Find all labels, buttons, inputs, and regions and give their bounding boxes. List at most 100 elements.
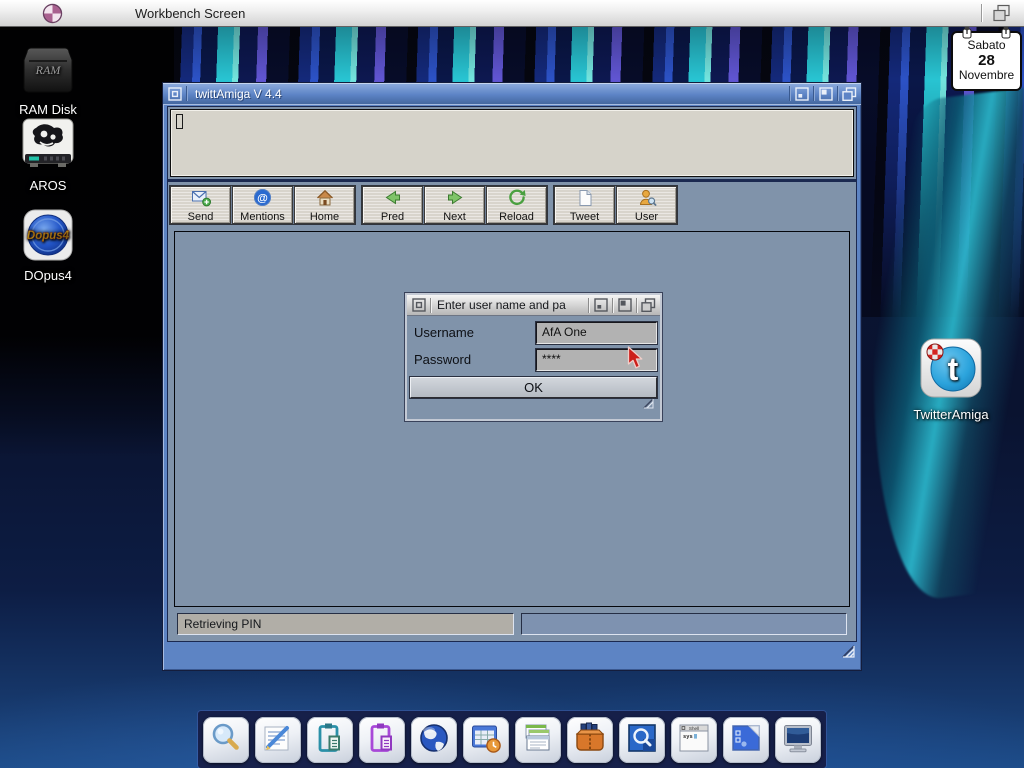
reload-button[interactable]: Reload bbox=[486, 186, 547, 224]
dialog-title: Enter user name and pa bbox=[437, 298, 588, 312]
dopus4-icon: Dopus4 bbox=[22, 208, 74, 265]
windows-stack-icon bbox=[520, 720, 556, 759]
zoom-gadget-icon[interactable] bbox=[816, 86, 835, 101]
dialog-body: Username AfA One Password **** OK bbox=[407, 316, 660, 419]
screenbar-divider bbox=[981, 4, 982, 22]
dock-search-button[interactable] bbox=[619, 717, 665, 763]
screen-title: Workbench Screen bbox=[135, 6, 245, 21]
home-icon bbox=[315, 188, 335, 210]
shell-icon-title: Shell bbox=[689, 726, 699, 731]
toolbar-button-label: Reload bbox=[499, 211, 534, 223]
titlebar-divider bbox=[588, 298, 589, 313]
toolbar-button-label: Tweet bbox=[570, 211, 599, 223]
mentions-button[interactable]: @ Mentions bbox=[232, 186, 293, 224]
titlebar-divider bbox=[636, 298, 637, 313]
zoom-gadget-icon[interactable] bbox=[615, 298, 634, 313]
iconify-gadget-icon[interactable] bbox=[591, 298, 610, 313]
calendar-pin-icon bbox=[962, 25, 972, 44]
status-bar: Retrieving PIN bbox=[177, 613, 847, 635]
dock-prefs-button[interactable] bbox=[723, 717, 769, 763]
dock-monitor-button[interactable] bbox=[775, 717, 821, 763]
depth-gadget-icon[interactable] bbox=[639, 298, 658, 313]
text-caret bbox=[176, 114, 183, 129]
username-input[interactable]: AfA One bbox=[536, 322, 657, 344]
svg-text:@: @ bbox=[257, 192, 268, 204]
toolbar-button-label: Next bbox=[443, 211, 466, 223]
magnifier-icon bbox=[208, 720, 244, 759]
window-titlebar[interactable]: twittAmiga V 4.4 bbox=[163, 83, 861, 104]
desktop-icon-label: RAM Disk bbox=[19, 102, 77, 117]
calendar-clock-icon bbox=[468, 720, 504, 759]
close-gadget-icon[interactable] bbox=[409, 298, 428, 313]
tweet-page-icon bbox=[575, 188, 595, 210]
titlebar-divider bbox=[186, 86, 187, 101]
window-resize-handle[interactable] bbox=[841, 644, 856, 664]
desktop-icon-aros[interactable]: AROS bbox=[10, 116, 86, 193]
status-field-right bbox=[521, 613, 847, 635]
dock-magnifier-button[interactable] bbox=[203, 717, 249, 763]
globe-icon bbox=[416, 720, 452, 759]
login-dialog: Enter user name and pa Username AfA bbox=[405, 293, 662, 421]
tweet-button[interactable]: Tweet bbox=[554, 186, 615, 224]
dock-clipboard-purple-button[interactable] bbox=[359, 717, 405, 763]
ram-chip-text: RAM bbox=[35, 63, 62, 77]
titlebar-divider bbox=[837, 86, 838, 101]
depth-gadget-icon[interactable] bbox=[840, 86, 859, 101]
toolbar-group-actions: Tweet User bbox=[553, 185, 678, 225]
archiver-icon bbox=[572, 720, 608, 759]
iconify-gadget-icon[interactable] bbox=[792, 86, 811, 101]
clipboard-teal-icon bbox=[312, 720, 348, 759]
mouse-cursor-icon bbox=[627, 346, 646, 376]
dopus-icon-text: Dopus4 bbox=[27, 230, 70, 242]
arrow-right-icon bbox=[445, 188, 465, 210]
text-editor-icon bbox=[260, 720, 296, 759]
monitor-icon bbox=[780, 720, 816, 759]
toolbar-group-nav: Pred Next bbox=[361, 185, 548, 225]
user-search-icon bbox=[637, 188, 657, 210]
dock-shell-button[interactable]: Shell sys: bbox=[671, 717, 717, 763]
twitteramiga-icon: t bbox=[919, 337, 983, 404]
dock-windows-button[interactable] bbox=[515, 717, 561, 763]
at-mention-icon: @ bbox=[253, 188, 272, 210]
screen-titlebar[interactable]: Workbench Screen bbox=[0, 0, 1024, 27]
send-button[interactable]: Send bbox=[170, 186, 231, 224]
dock-bar: Shell sys: bbox=[198, 711, 826, 768]
clipboard-purple-icon bbox=[364, 720, 400, 759]
desktop-icon-ram-disk[interactable]: RAM RAM Disk bbox=[8, 46, 88, 117]
desktop-icon-label: DOpus4 bbox=[24, 268, 72, 283]
password-row: Password **** bbox=[410, 348, 657, 371]
blue-search-icon bbox=[624, 720, 660, 759]
calendar-widget[interactable]: Sabato 28 Novembre bbox=[951, 31, 1022, 91]
dock-calendar-button[interactable] bbox=[463, 717, 509, 763]
pred-button[interactable]: Pred bbox=[362, 186, 423, 224]
toolbar-button-label: Home bbox=[310, 211, 339, 223]
dock-editor-button[interactable] bbox=[255, 717, 301, 763]
desktop-icon-label: TwitterAmiga bbox=[913, 407, 988, 422]
calendar-weekday: Sabato bbox=[967, 39, 1005, 52]
prefs-window-icon bbox=[728, 720, 764, 759]
window-title: twittAmiga V 4.4 bbox=[195, 87, 789, 101]
screen-depth-gadget[interactable] bbox=[992, 4, 1011, 27]
status-field-left: Retrieving PIN bbox=[177, 613, 514, 635]
username-label: Username bbox=[410, 325, 536, 340]
send-mail-icon bbox=[191, 188, 211, 210]
next-button[interactable]: Next bbox=[424, 186, 485, 224]
desktop-icon-twitteramiga[interactable]: t TwitterAmiga bbox=[911, 337, 991, 422]
desktop-icon-dopus4[interactable]: Dopus4 DOpus4 bbox=[8, 208, 88, 283]
shell-icon: Shell sys: bbox=[676, 720, 712, 759]
password-label: Password bbox=[410, 352, 536, 367]
user-button[interactable]: User bbox=[616, 186, 677, 224]
compose-textarea[interactable] bbox=[170, 109, 854, 177]
dialog-resize-handle[interactable] bbox=[642, 397, 655, 415]
dock-browser-button[interactable] bbox=[411, 717, 457, 763]
home-button[interactable]: Home bbox=[294, 186, 355, 224]
dialog-titlebar[interactable]: Enter user name and pa bbox=[407, 295, 660, 316]
dock-archiver-button[interactable] bbox=[567, 717, 613, 763]
ok-button[interactable]: OK bbox=[410, 377, 657, 398]
calendar-month: Novembre bbox=[959, 69, 1014, 82]
titlebar-divider bbox=[612, 298, 613, 313]
close-gadget-icon[interactable] bbox=[165, 86, 184, 101]
toolbar-group-mail: Send @ Mentions bbox=[169, 185, 356, 225]
toolbar-button-label: Pred bbox=[381, 211, 404, 223]
dock-clipboard-teal-button[interactable] bbox=[307, 717, 353, 763]
